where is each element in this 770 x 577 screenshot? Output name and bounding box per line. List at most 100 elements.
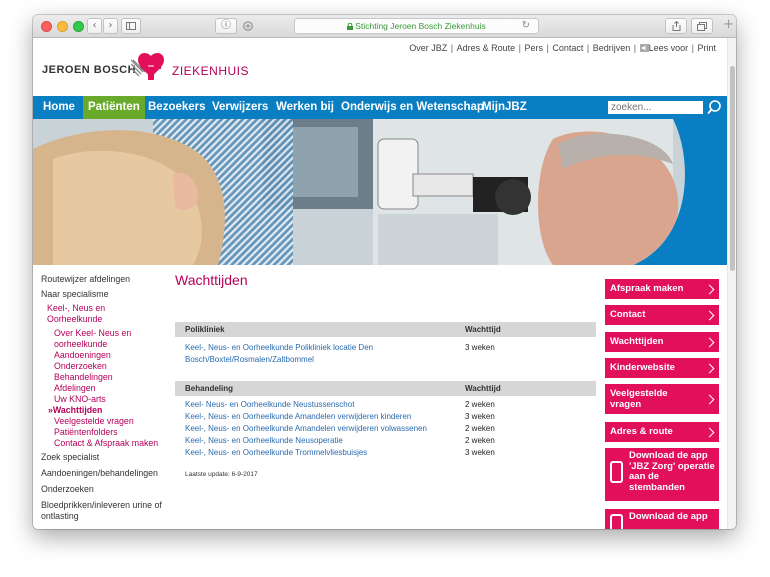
zoom-window-button[interactable] xyxy=(73,21,84,32)
wachttijden-button[interactable]: Wachttijden xyxy=(605,332,719,352)
contact-button[interactable]: Contact xyxy=(605,305,719,325)
sidebar-item-aandoeningen[interactable]: Aandoeningen/behandelingen xyxy=(41,468,176,479)
url-text: Stichting Jeroen Bosch Ziekenhuis xyxy=(355,21,486,31)
sidebar-subitem-wachttijden-current[interactable]: »Wachttijden xyxy=(41,405,176,416)
sidebar-subitem-behandelingen[interactable]: Behandelingen xyxy=(41,372,176,383)
wachttijden-label: Wachttijden xyxy=(610,336,664,347)
table-row: Keel- Neus- en Oorheelkunde Neustussensc… xyxy=(175,399,596,411)
chevron-right-icon xyxy=(704,310,715,321)
toplink-over-jbz[interactable]: Over JBZ xyxy=(409,43,447,53)
sidebar-subitem-veelgestelde[interactable]: Veelgestelde vragen xyxy=(41,416,176,427)
row-link[interactable]: Keel- Neus- en Oorheelkunde Neustussensc… xyxy=(185,399,354,411)
address-bar[interactable]: Stichting Jeroen Bosch Ziekenhuis ↻ xyxy=(294,18,539,34)
plus-circle-icon xyxy=(243,21,253,31)
kinderwebsite-button[interactable]: Kinderwebsite xyxy=(605,358,719,378)
nav-mijnjbz[interactable]: MijnJBZ xyxy=(477,96,532,119)
reload-icon[interactable]: ↻ xyxy=(522,19,530,33)
toplink-lees-voor[interactable]: Lees voor xyxy=(649,43,689,53)
header-polikliniek: Polikliniek xyxy=(185,325,225,334)
nav-onderwijs[interactable]: Onderwijs en Wetenschap xyxy=(336,96,489,119)
new-tab-button[interactable]: + xyxy=(723,18,734,32)
download-app-button-2[interactable]: Download de app xyxy=(605,509,719,529)
reader-button[interactable]: ⓘ xyxy=(215,18,237,34)
main-navigation: Home Patiënten Bezoekers Verwijzers Werk… xyxy=(33,96,728,119)
row-link-line1[interactable]: Keel-, Neus- en Oorheelkunde Polikliniek… xyxy=(185,343,373,352)
download-app-button[interactable]: Download de app 'JBZ Zorg' operatie aan … xyxy=(605,448,719,501)
extensions-button[interactable] xyxy=(239,18,257,34)
header-wachttijd: Wachttijd xyxy=(465,325,501,334)
row-link-line2[interactable]: Bosch/Boxtel/Rosmalen/Zaltbommel xyxy=(185,355,314,364)
last-update: Laatste update: 6-9-2017 xyxy=(185,471,258,478)
page-scrollbar[interactable] xyxy=(727,38,736,529)
sidebar-subitem-aandoeningen[interactable]: Aandoeningen xyxy=(41,350,176,361)
sidebar-toggle-button[interactable] xyxy=(121,18,141,34)
speaker-icon xyxy=(639,44,649,52)
table-row: Keel-, Neus- en Oorheelkunde Polikliniek… xyxy=(175,342,596,366)
back-button[interactable]: ‹ xyxy=(87,18,102,34)
current-label: Wachttijden xyxy=(52,405,103,415)
sidebar-item-routewijzer[interactable]: Routewijzer afdelingen xyxy=(41,274,176,285)
row-link[interactable]: Keel-, Neus- en Oorheelkunde Polikliniek… xyxy=(185,342,373,366)
row-link[interactable]: Keel-, Neus- en Oorheelkunde Amandelen v… xyxy=(185,423,427,435)
sidebar-subitem-contact[interactable]: Contact & Afspraak maken xyxy=(41,438,176,449)
nav-bezoekers[interactable]: Bezoekers xyxy=(143,96,211,119)
table-header: Polikliniek Wachttijd xyxy=(175,322,596,337)
search-icon[interactable] xyxy=(706,98,722,116)
logo-mark-icon xyxy=(131,52,164,80)
row-link[interactable]: Keel-, Neus- en Oorheelkunde Amandelen v… xyxy=(185,411,411,423)
share-icon xyxy=(672,20,680,31)
chevron-right-icon xyxy=(704,394,715,405)
adres-route-label: Adres & route xyxy=(610,426,673,437)
toplink-pers[interactable]: Pers xyxy=(525,43,544,53)
lock-icon xyxy=(347,22,354,30)
afspraak-maken-label: Afspraak maken xyxy=(610,283,684,294)
header-behandeling: Behandeling xyxy=(185,384,234,393)
table-row: Keel-, Neus- en Oorheelkunde Trommelvlie… xyxy=(175,447,596,459)
page-content: JEROEN BOSCH ZIEKENHUIS Over JBZ | Adres… xyxy=(33,38,728,529)
sidebar-subitem-over[interactable]: Over Keel- Neus en oorheelkunde xyxy=(41,328,164,350)
row-time: 3 weken xyxy=(465,448,495,457)
toplink-contact[interactable]: Contact xyxy=(552,43,583,53)
nav-verwijzers[interactable]: Verwijzers xyxy=(207,96,273,119)
left-sidebar: Routewijzer afdelingen Naar specialisme … xyxy=(41,274,176,522)
tabs-overview-button[interactable] xyxy=(691,18,713,34)
nav-patienten[interactable]: Patiënten xyxy=(83,96,145,119)
adres-route-button[interactable]: Adres & route xyxy=(605,422,719,442)
sidebar-subitem-folders[interactable]: Patiëntenfolders xyxy=(41,427,176,438)
close-window-button[interactable] xyxy=(41,21,52,32)
tabs-icon xyxy=(697,22,707,31)
download-app-label-2: Download de app xyxy=(629,511,708,522)
veelgestelde-vragen-button[interactable]: Veelgestelde vragen xyxy=(605,384,719,414)
sidebar-item-keel-neus-oor[interactable]: Keel-, Neus en Oorheelkunde xyxy=(41,303,147,325)
sidebar-subitem-onderzoeken[interactable]: Onderzoeken xyxy=(41,361,176,372)
forward-button[interactable]: › xyxy=(103,18,118,34)
logo-text-ziekenhuis: ZIEKENHUIS xyxy=(172,64,250,78)
sidebar-subitem-uw-kno-arts[interactable]: Uw KNO-arts xyxy=(41,394,176,405)
toplink-bedrijven[interactable]: Bedrijven xyxy=(593,43,631,53)
nav-home[interactable]: Home xyxy=(38,96,80,119)
search-input[interactable] xyxy=(608,101,703,114)
row-time: 3 weken xyxy=(465,343,495,352)
browser-titlebar: ‹ › ⓘ Stichting Jeroen Bosch Ziekenhuis … xyxy=(33,15,736,38)
sidebar-item-zoek-specialist[interactable]: Zoek specialist xyxy=(41,452,176,463)
header-wachttijd: Wachttijd xyxy=(465,384,501,393)
nav-werken-bij[interactable]: Werken bij xyxy=(271,96,339,119)
table-polikliniek: Polikliniek Wachttijd Keel-, Neus- en Oo… xyxy=(175,322,596,366)
minimize-window-button[interactable] xyxy=(57,21,68,32)
chevron-right-icon xyxy=(704,284,715,295)
row-link[interactable]: Keel-, Neus- en Oorheelkunde Trommelvlie… xyxy=(185,447,367,459)
row-link[interactable]: Keel-, Neus- en Oorheelkunde Neusoperati… xyxy=(185,435,343,447)
table-behandeling: Behandeling Wachttijd Keel- Neus- en Oor… xyxy=(175,381,596,459)
sidebar-item-onderzoeken[interactable]: Onderzoeken xyxy=(41,484,176,495)
sidebar-subitem-afdelingen[interactable]: Afdelingen xyxy=(41,383,176,394)
afspraak-maken-button[interactable]: Afspraak maken xyxy=(605,279,719,299)
phone-icon xyxy=(610,514,623,529)
sidebar-item-bloedprikken[interactable]: Bloedprikken/inleveren urine of ontlasti… xyxy=(41,500,171,522)
sidebar-icon xyxy=(126,22,136,30)
row-time: 2 weken xyxy=(465,424,495,433)
sidebar-item-specialisme[interactable]: Naar specialisme xyxy=(41,289,176,300)
share-button[interactable] xyxy=(665,18,687,34)
toplink-adres-route[interactable]: Adres & Route xyxy=(457,43,516,53)
toplink-print[interactable]: Print xyxy=(697,43,716,53)
scrollbar-thumb[interactable] xyxy=(730,66,735,271)
